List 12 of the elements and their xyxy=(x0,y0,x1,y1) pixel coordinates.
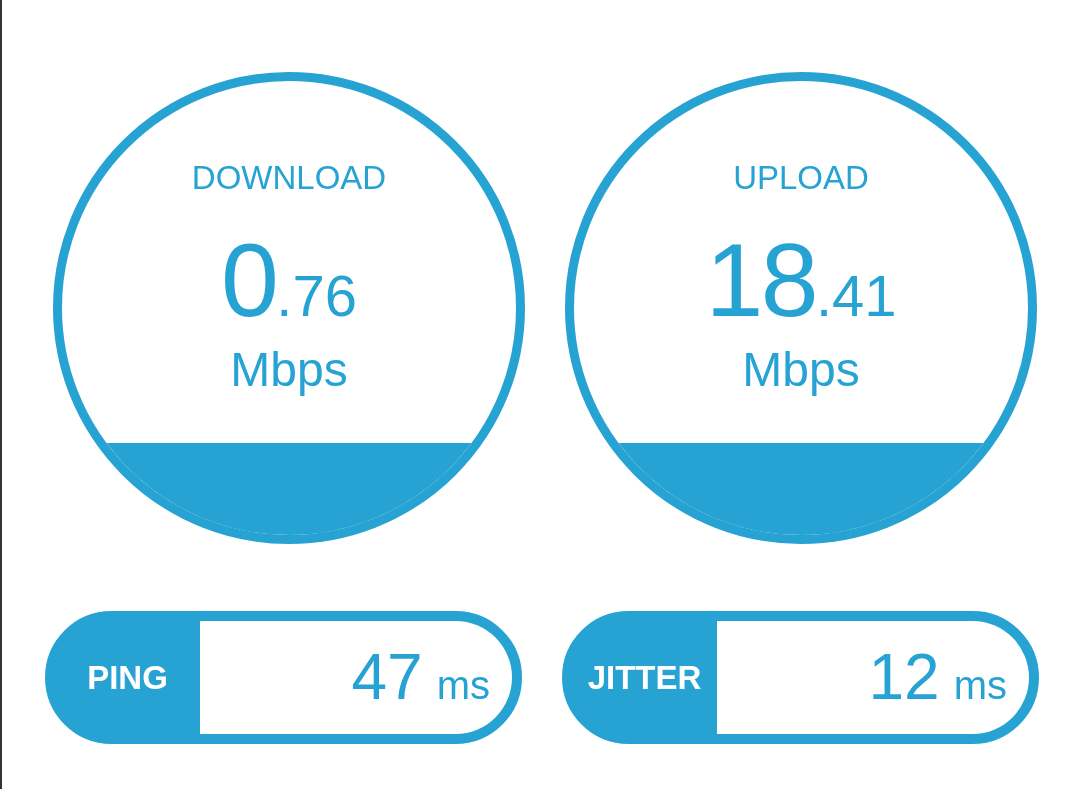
latency-label: JITTER xyxy=(586,661,703,694)
speed-unit: Mbps xyxy=(230,346,348,394)
latency-unit: ms xyxy=(953,665,1007,705)
gauge-label: DOWNLOAD xyxy=(191,161,387,194)
speed-unit: Mbps xyxy=(742,346,860,394)
latency-label: PING xyxy=(86,661,169,694)
speed-value: 18.41 xyxy=(705,228,897,332)
gauge-label: UPLOAD xyxy=(733,161,869,194)
latency-unit: ms xyxy=(436,665,490,705)
latency-value: 47 xyxy=(351,645,423,709)
speed-value: 0.76 xyxy=(221,228,357,332)
latency-value: 12 xyxy=(868,645,940,709)
